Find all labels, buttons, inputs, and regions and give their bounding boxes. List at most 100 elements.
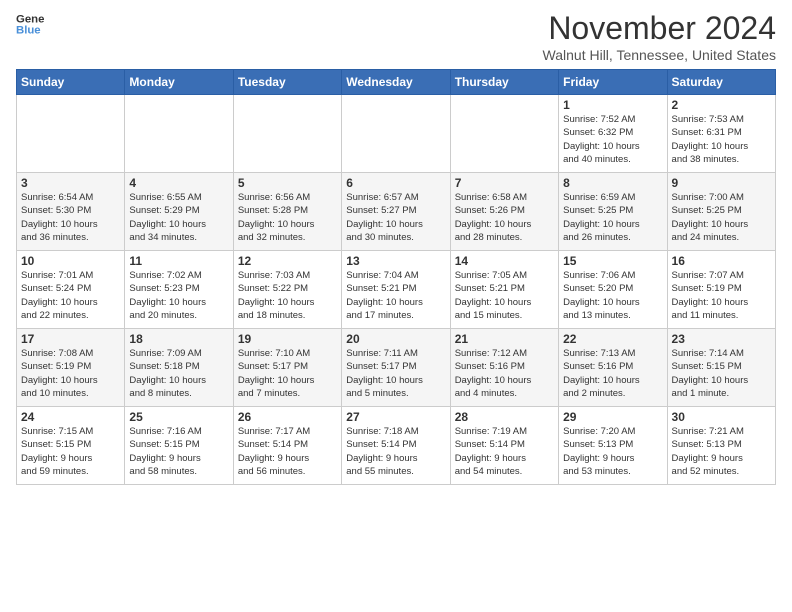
day-number: 20 [346,332,445,346]
calendar-cell: 27Sunrise: 7:18 AM Sunset: 5:14 PM Dayli… [342,407,450,485]
calendar-cell: 5Sunrise: 6:56 AM Sunset: 5:28 PM Daylig… [233,173,341,251]
day-number: 4 [129,176,228,190]
day-info: Sunrise: 7:12 AM Sunset: 5:16 PM Dayligh… [455,347,554,400]
day-number: 8 [563,176,662,190]
calendar-cell: 26Sunrise: 7:17 AM Sunset: 5:14 PM Dayli… [233,407,341,485]
calendar-cell [450,95,558,173]
day-info: Sunrise: 7:53 AM Sunset: 6:31 PM Dayligh… [672,113,771,166]
day-number: 3 [21,176,120,190]
calendar-cell: 17Sunrise: 7:08 AM Sunset: 5:19 PM Dayli… [17,329,125,407]
day-info: Sunrise: 7:11 AM Sunset: 5:17 PM Dayligh… [346,347,445,400]
col-tuesday: Tuesday [233,70,341,95]
page: General Blue November 2024 Walnut Hill, … [0,0,792,491]
calendar-cell: 6Sunrise: 6:57 AM Sunset: 5:27 PM Daylig… [342,173,450,251]
svg-text:General: General [16,13,44,25]
logo-icon: General Blue [16,10,44,38]
week-row-1: 3Sunrise: 6:54 AM Sunset: 5:30 PM Daylig… [17,173,776,251]
day-number: 25 [129,410,228,424]
day-info: Sunrise: 7:52 AM Sunset: 6:32 PM Dayligh… [563,113,662,166]
calendar-cell: 8Sunrise: 6:59 AM Sunset: 5:25 PM Daylig… [559,173,667,251]
day-info: Sunrise: 7:04 AM Sunset: 5:21 PM Dayligh… [346,269,445,322]
day-info: Sunrise: 7:01 AM Sunset: 5:24 PM Dayligh… [21,269,120,322]
calendar-table: Sunday Monday Tuesday Wednesday Thursday… [16,69,776,485]
day-number: 29 [563,410,662,424]
day-info: Sunrise: 7:02 AM Sunset: 5:23 PM Dayligh… [129,269,228,322]
calendar-cell: 12Sunrise: 7:03 AM Sunset: 5:22 PM Dayli… [233,251,341,329]
day-number: 17 [21,332,120,346]
header-row: Sunday Monday Tuesday Wednesday Thursday… [17,70,776,95]
day-number: 15 [563,254,662,268]
day-info: Sunrise: 7:21 AM Sunset: 5:13 PM Dayligh… [672,425,771,478]
location: Walnut Hill, Tennessee, United States [543,47,776,63]
day-number: 12 [238,254,337,268]
day-number: 14 [455,254,554,268]
calendar-cell: 21Sunrise: 7:12 AM Sunset: 5:16 PM Dayli… [450,329,558,407]
calendar-cell: 16Sunrise: 7:07 AM Sunset: 5:19 PM Dayli… [667,251,775,329]
day-info: Sunrise: 7:14 AM Sunset: 5:15 PM Dayligh… [672,347,771,400]
day-info: Sunrise: 7:17 AM Sunset: 5:14 PM Dayligh… [238,425,337,478]
day-info: Sunrise: 7:07 AM Sunset: 5:19 PM Dayligh… [672,269,771,322]
day-number: 27 [346,410,445,424]
day-info: Sunrise: 7:05 AM Sunset: 5:21 PM Dayligh… [455,269,554,322]
day-info: Sunrise: 7:10 AM Sunset: 5:17 PM Dayligh… [238,347,337,400]
calendar-cell: 15Sunrise: 7:06 AM Sunset: 5:20 PM Dayli… [559,251,667,329]
day-info: Sunrise: 6:57 AM Sunset: 5:27 PM Dayligh… [346,191,445,244]
day-info: Sunrise: 7:09 AM Sunset: 5:18 PM Dayligh… [129,347,228,400]
col-monday: Monday [125,70,233,95]
calendar-cell [233,95,341,173]
week-row-3: 17Sunrise: 7:08 AM Sunset: 5:19 PM Dayli… [17,329,776,407]
day-info: Sunrise: 7:06 AM Sunset: 5:20 PM Dayligh… [563,269,662,322]
title-area: November 2024 Walnut Hill, Tennessee, Un… [543,10,776,63]
logo: General Blue [16,10,44,38]
calendar-cell: 11Sunrise: 7:02 AM Sunset: 5:23 PM Dayli… [125,251,233,329]
calendar-cell [125,95,233,173]
calendar-cell [17,95,125,173]
week-row-2: 10Sunrise: 7:01 AM Sunset: 5:24 PM Dayli… [17,251,776,329]
day-info: Sunrise: 7:18 AM Sunset: 5:14 PM Dayligh… [346,425,445,478]
calendar-cell: 9Sunrise: 7:00 AM Sunset: 5:25 PM Daylig… [667,173,775,251]
day-number: 6 [346,176,445,190]
day-info: Sunrise: 6:59 AM Sunset: 5:25 PM Dayligh… [563,191,662,244]
day-number: 30 [672,410,771,424]
week-row-4: 24Sunrise: 7:15 AM Sunset: 5:15 PM Dayli… [17,407,776,485]
calendar-cell: 14Sunrise: 7:05 AM Sunset: 5:21 PM Dayli… [450,251,558,329]
day-info: Sunrise: 7:16 AM Sunset: 5:15 PM Dayligh… [129,425,228,478]
week-row-0: 1Sunrise: 7:52 AM Sunset: 6:32 PM Daylig… [17,95,776,173]
calendar-cell: 3Sunrise: 6:54 AM Sunset: 5:30 PM Daylig… [17,173,125,251]
day-number: 10 [21,254,120,268]
day-number: 1 [563,98,662,112]
day-number: 5 [238,176,337,190]
calendar-cell: 22Sunrise: 7:13 AM Sunset: 5:16 PM Dayli… [559,329,667,407]
col-thursday: Thursday [450,70,558,95]
day-number: 18 [129,332,228,346]
day-info: Sunrise: 7:00 AM Sunset: 5:25 PM Dayligh… [672,191,771,244]
day-number: 11 [129,254,228,268]
header: General Blue November 2024 Walnut Hill, … [16,10,776,63]
day-number: 26 [238,410,337,424]
col-sunday: Sunday [17,70,125,95]
calendar-cell: 7Sunrise: 6:58 AM Sunset: 5:26 PM Daylig… [450,173,558,251]
day-info: Sunrise: 7:15 AM Sunset: 5:15 PM Dayligh… [21,425,120,478]
calendar-cell: 29Sunrise: 7:20 AM Sunset: 5:13 PM Dayli… [559,407,667,485]
calendar-cell: 20Sunrise: 7:11 AM Sunset: 5:17 PM Dayli… [342,329,450,407]
month-title: November 2024 [543,10,776,47]
calendar-cell: 25Sunrise: 7:16 AM Sunset: 5:15 PM Dayli… [125,407,233,485]
calendar-cell: 30Sunrise: 7:21 AM Sunset: 5:13 PM Dayli… [667,407,775,485]
day-info: Sunrise: 7:08 AM Sunset: 5:19 PM Dayligh… [21,347,120,400]
day-number: 24 [21,410,120,424]
col-saturday: Saturday [667,70,775,95]
day-number: 13 [346,254,445,268]
calendar-cell: 19Sunrise: 7:10 AM Sunset: 5:17 PM Dayli… [233,329,341,407]
day-info: Sunrise: 7:03 AM Sunset: 5:22 PM Dayligh… [238,269,337,322]
svg-text:Blue: Blue [16,25,41,37]
day-info: Sunrise: 6:55 AM Sunset: 5:29 PM Dayligh… [129,191,228,244]
calendar-cell [342,95,450,173]
day-number: 22 [563,332,662,346]
calendar-cell: 10Sunrise: 7:01 AM Sunset: 5:24 PM Dayli… [17,251,125,329]
day-number: 16 [672,254,771,268]
calendar-cell: 2Sunrise: 7:53 AM Sunset: 6:31 PM Daylig… [667,95,775,173]
day-info: Sunrise: 7:19 AM Sunset: 5:14 PM Dayligh… [455,425,554,478]
day-info: Sunrise: 6:58 AM Sunset: 5:26 PM Dayligh… [455,191,554,244]
calendar-cell: 13Sunrise: 7:04 AM Sunset: 5:21 PM Dayli… [342,251,450,329]
day-number: 28 [455,410,554,424]
